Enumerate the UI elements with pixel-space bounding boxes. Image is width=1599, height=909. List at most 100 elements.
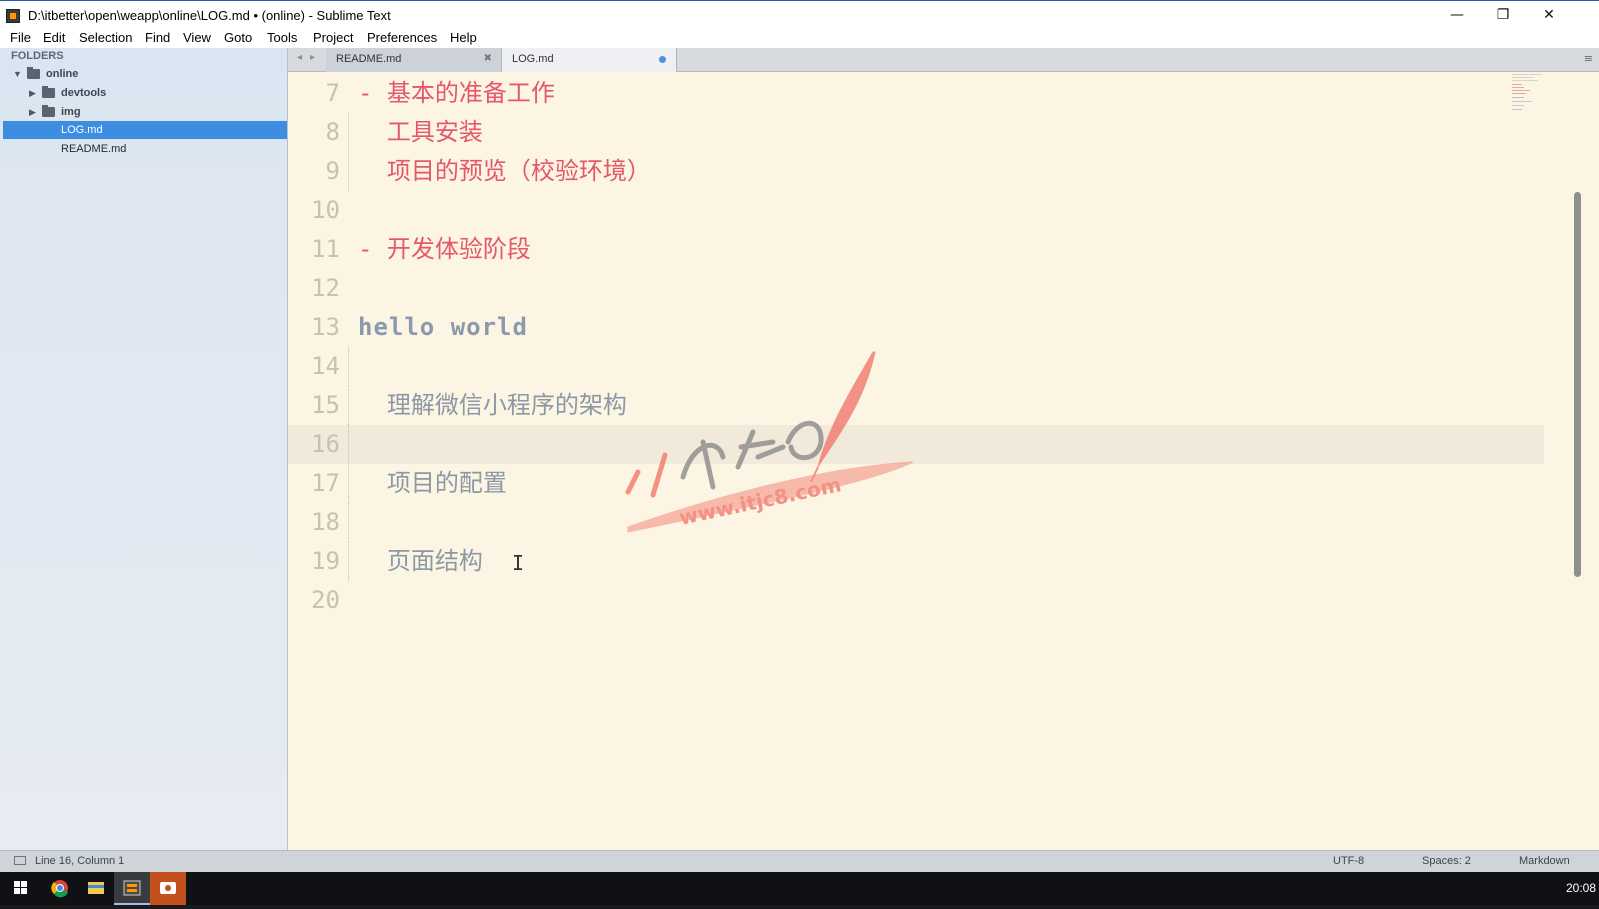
collapsed-arrow-icon[interactable]: ▶ <box>29 84 36 102</box>
code-line[interactable]: 12 <box>288 269 1544 308</box>
sidebar-item-readme-md[interactable]: README.md <box>0 140 287 158</box>
line-number: 16 <box>311 430 340 458</box>
folder-icon <box>42 105 55 117</box>
status-bar: Line 16, Column 1 UTF-8 Spaces: 2 Markdo… <box>0 850 1599 872</box>
code-line[interactable]: 7 - 基本的准备工作 <box>288 74 1544 113</box>
line-text: 页面结构 <box>358 547 483 575</box>
menu-view[interactable]: View <box>183 30 211 45</box>
tree-label: devtools <box>61 87 107 99</box>
tab-label: README.md <box>336 53 402 65</box>
line-number: 10 <box>311 196 340 224</box>
panel-toggle-icon[interactable] <box>14 856 26 865</box>
code-line[interactable]: 10 <box>288 191 1544 230</box>
indent-guide <box>348 347 349 386</box>
file-explorer-icon[interactable] <box>78 872 114 905</box>
indent-guide <box>348 386 349 425</box>
menu-bar: File Edit Selection Find View Goto Tools… <box>0 30 1599 48</box>
line-text: 工具安装 <box>358 118 483 146</box>
tree-label: img <box>61 106 81 118</box>
indent-guide <box>348 425 349 464</box>
windows-start-icon[interactable] <box>2 872 38 905</box>
mouse-ibeam-cursor: I <box>512 551 525 575</box>
menu-edit[interactable]: Edit <box>43 30 65 45</box>
minimap[interactable] <box>1512 72 1550 116</box>
encoding-indicator[interactable]: UTF-8 <box>1333 855 1364 867</box>
line-number: 20 <box>311 586 340 614</box>
folders-header: FOLDERS <box>11 50 64 62</box>
code-line[interactable]: 20 <box>288 581 1544 620</box>
line-number: 13 <box>311 313 340 341</box>
menu-tools[interactable]: Tools <box>267 30 297 45</box>
vertical-scrollbar[interactable] <box>1574 192 1581 577</box>
sidebar-item-log-md[interactable]: LOG.md <box>3 121 287 139</box>
close-button[interactable]: ✕ <box>1526 1 1572 31</box>
tree-label: online <box>46 68 79 80</box>
line-text: 项目的预览（校验环境） <box>358 157 651 185</box>
restore-button[interactable]: ❐ <box>1480 1 1526 31</box>
menu-find[interactable]: Find <box>145 30 170 45</box>
tree-label: LOG.md <box>61 124 103 136</box>
code-line[interactable]: 11 - 开发体验阶段 <box>288 230 1544 269</box>
sidebar-item-online[interactable]: ▼ online <box>0 65 287 83</box>
line-number: 8 <box>325 118 340 146</box>
minimize-button[interactable]: — <box>1434 1 1480 31</box>
sublime-text-icon[interactable] <box>114 872 150 905</box>
menu-selection[interactable]: Selection <box>79 30 132 45</box>
tab-close-icon[interactable]: ✖ <box>484 48 492 70</box>
line-number: 15 <box>311 391 340 419</box>
title-bar: D:\itbetter\open\weapp\online\LOG.md • (… <box>0 0 1599 30</box>
line-text: 项目的配置 <box>358 469 507 497</box>
taskbar: 20:08 <box>0 872 1599 905</box>
tab-scroll-left-icon[interactable]: ◂ <box>297 52 302 63</box>
menu-help[interactable]: Help <box>450 30 477 45</box>
line-number: 18 <box>311 508 340 536</box>
folder-open-icon <box>27 67 40 79</box>
tab-label: LOG.md <box>512 53 554 65</box>
line-number: 14 <box>311 352 340 380</box>
tab-log-md[interactable]: LOG.md <box>502 48 677 72</box>
sidebar: FOLDERS ▼ online ▶ devtools ▶ img LOG.md… <box>0 48 288 850</box>
indent-guide <box>348 464 349 503</box>
indent-guide <box>348 113 349 152</box>
code-line[interactable]: 8 工具安装 <box>288 113 1544 152</box>
cursor-position: Line 16, Column 1 <box>35 855 125 867</box>
code-line[interactable]: 13 hello world <box>288 308 1544 347</box>
window-title: D:\itbetter\open\weapp\online\LOG.md • (… <box>28 8 391 23</box>
line-text: 理解微信小程序的架构 <box>358 391 627 419</box>
collapsed-arrow-icon[interactable]: ▶ <box>29 103 36 121</box>
line-text: - 基本的准备工作 <box>358 79 555 107</box>
indent-guide <box>348 503 349 542</box>
line-number: 11 <box>311 235 340 263</box>
code-line[interactable]: 19 页面结构 I <box>288 542 1544 581</box>
chrome-icon[interactable] <box>42 872 78 905</box>
indentation-indicator[interactable]: Spaces: 2 <box>1422 855 1471 867</box>
expanded-arrow-icon[interactable]: ▼ <box>13 65 22 83</box>
line-number: 9 <box>325 157 340 185</box>
screen-recorder-icon[interactable] <box>150 872 186 905</box>
editor-area[interactable]: 7- 基本的准备工作 8 工具安装 9 项目的预览（校验环境） 10 11- 开发体验阶… <box>288 72 1599 850</box>
menu-goto[interactable]: Goto <box>224 30 252 45</box>
tree-label: README.md <box>61 143 127 155</box>
menu-project[interactable]: Project <box>313 30 353 45</box>
menu-preferences[interactable]: Preferences <box>367 30 437 45</box>
menu-file[interactable]: File <box>10 30 31 45</box>
tab-scroll-right-icon[interactable]: ▸ <box>310 52 315 63</box>
tab-bar: ◂ ▸ README.md ✖ LOG.md ≡ <box>288 48 1599 72</box>
tab-readme-md[interactable]: README.md ✖ <box>326 48 502 72</box>
code-line[interactable]: 9 项目的预览（校验环境） <box>288 152 1544 191</box>
folder-icon <box>42 86 55 98</box>
indent-guide <box>348 542 349 581</box>
taskbar-clock[interactable]: 20:08 <box>1566 881 1596 895</box>
line-number: 17 <box>311 469 340 497</box>
sidebar-item-devtools[interactable]: ▶ devtools <box>0 84 287 102</box>
sublime-app-icon <box>6 9 20 23</box>
line-number: 19 <box>311 547 340 575</box>
unsaved-dot-icon[interactable] <box>659 56 666 63</box>
line-text: - 开发体验阶段 <box>358 235 531 263</box>
line-number: 7 <box>325 79 340 107</box>
sidebar-item-img[interactable]: ▶ img <box>0 103 287 121</box>
tab-menu-icon[interactable]: ≡ <box>1584 52 1593 65</box>
syntax-indicator[interactable]: Markdown <box>1519 855 1570 867</box>
svg-text:www.itjc8.com: www.itjc8.com <box>677 472 843 530</box>
itjc8-watermark-logo: www.itjc8.com <box>625 351 914 533</box>
